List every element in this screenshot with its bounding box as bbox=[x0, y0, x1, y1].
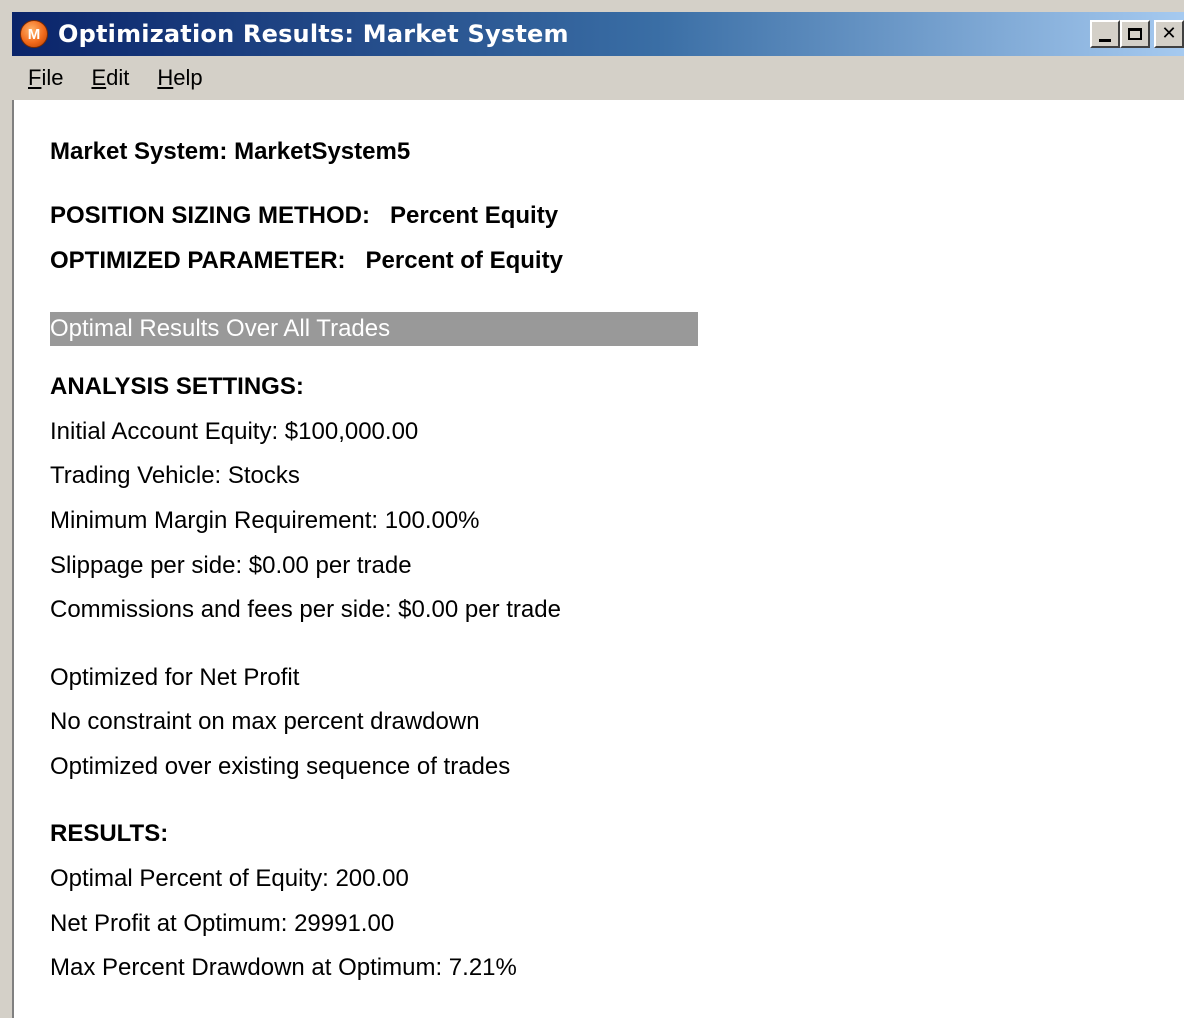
menu-file[interactable]: File bbox=[28, 65, 63, 91]
menu-help-mnemonic: H bbox=[157, 65, 174, 90]
menu-help[interactable]: Help bbox=[157, 65, 202, 91]
market-system-heading: Market System: MarketSystem5 bbox=[50, 138, 411, 165]
menu-file-label: ile bbox=[41, 65, 64, 90]
window-controls: ✕ bbox=[1090, 20, 1184, 48]
analysis-settings-heading: ANALYSIS SETTINGS: bbox=[50, 373, 304, 400]
net-profit: Net Profit at Optimum: 29991.00 bbox=[50, 910, 395, 937]
minimum-margin: Minimum Margin Requirement: 100.00% bbox=[50, 507, 480, 534]
minimize-icon bbox=[1099, 38, 1111, 42]
menu-edit-mnemonic: E bbox=[91, 65, 107, 90]
close-button[interactable]: ✕ bbox=[1154, 20, 1184, 48]
maximize-icon bbox=[1128, 28, 1142, 40]
results-report[interactable]: Market System: MarketSystem5 POSITION SI… bbox=[12, 100, 1184, 1018]
section-banner: Optimal Results Over All Trades bbox=[50, 312, 698, 346]
results-heading: RESULTS: bbox=[50, 820, 169, 847]
menu-help-label: elp bbox=[173, 65, 203, 90]
optimal-percent: Optimal Percent of Equity: 200.00 bbox=[50, 865, 409, 892]
menu-file-mnemonic: F bbox=[28, 65, 42, 90]
initial-equity: Initial Account Equity: $100,000.00 bbox=[50, 418, 419, 445]
trading-vehicle: Trading Vehicle: Stocks bbox=[50, 462, 300, 489]
close-icon: ✕ bbox=[1161, 23, 1177, 44]
optimization-results-window: M Optimization Results: Market System ✕ … bbox=[0, 0, 1184, 1018]
title-bar[interactable]: M Optimization Results: Market System ✕ bbox=[12, 12, 1184, 56]
menu-edit-label: dit bbox=[106, 65, 130, 90]
optimized-for: Optimized for Net Profit bbox=[50, 664, 300, 691]
optimized-over: Optimized over existing sequence of trad… bbox=[50, 753, 511, 780]
menu-bar: File Edit Help bbox=[12, 58, 1184, 98]
commissions: Commissions and fees per side: $0.00 per… bbox=[50, 596, 561, 623]
app-logo-icon[interactable]: M bbox=[20, 20, 48, 48]
maximize-button[interactable] bbox=[1120, 20, 1150, 48]
drawdown-constraint: No constraint on max percent drawdown bbox=[50, 708, 480, 735]
window-title: Optimization Results: Market System bbox=[58, 20, 569, 48]
max-drawdown: Max Percent Drawdown at Optimum: 7.21% bbox=[50, 954, 517, 981]
minimize-button[interactable] bbox=[1090, 20, 1120, 48]
menu-edit[interactable]: Edit bbox=[91, 65, 129, 91]
slippage: Slippage per side: $0.00 per trade bbox=[50, 552, 412, 579]
optimized-parameter: OPTIMIZED PARAMETER: Percent of Equity bbox=[50, 247, 563, 274]
position-sizing-method: POSITION SIZING METHOD: Percent Equity bbox=[50, 202, 559, 229]
